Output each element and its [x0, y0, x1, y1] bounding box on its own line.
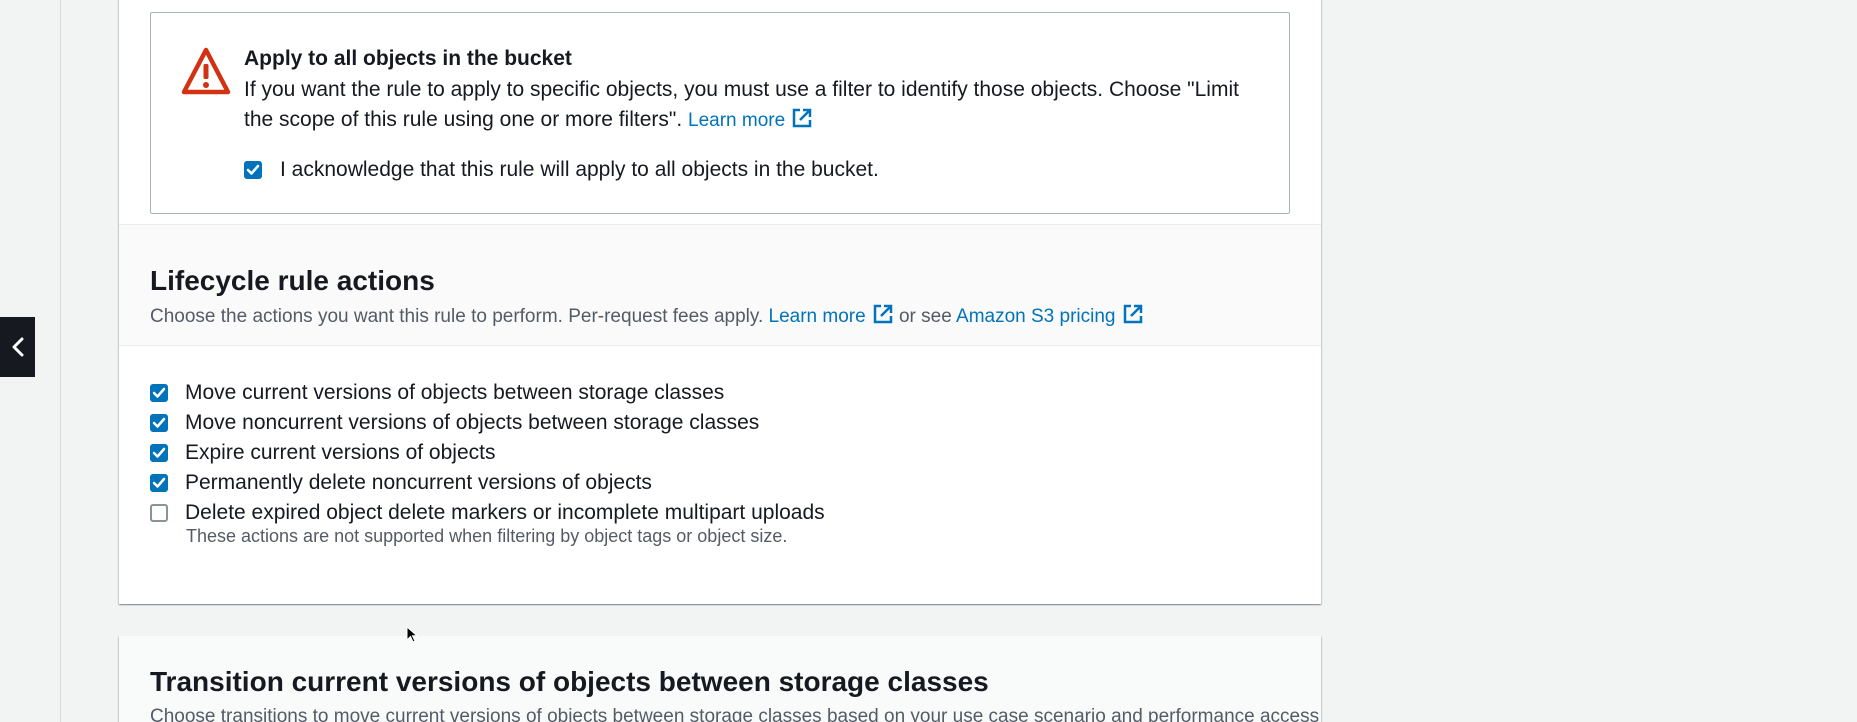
- collapse-panel-button[interactable]: [0, 317, 35, 377]
- warning-triangle-icon: [181, 47, 231, 100]
- action-label: Move noncurrent versions of objects betw…: [185, 411, 760, 434]
- lifecycle-actions-title: Lifecycle rule actions: [150, 265, 435, 296]
- chevron-left-icon: [11, 337, 25, 357]
- action-delete-noncurrent-checkbox[interactable]: [150, 474, 168, 492]
- s3-pricing-link[interactable]: Amazon S3 pricing: [956, 304, 1143, 327]
- action-label: Expire current versions of objects: [185, 441, 496, 464]
- action-delete-markers[interactable]: Delete expired object delete markers or …: [150, 498, 825, 528]
- action-delete-markers-checkbox[interactable]: [150, 504, 168, 522]
- action-move-noncurrent-checkbox[interactable]: [150, 414, 168, 432]
- mouse-cursor-icon: [406, 625, 419, 649]
- page: Apply to all objects in the bucket If yo…: [0, 0, 1857, 722]
- lifecycle-learn-more-label: Learn more: [768, 306, 866, 327]
- external-link-icon: [872, 303, 894, 331]
- action-label: Move current versions of objects between…: [185, 381, 725, 404]
- action-move-noncurrent[interactable]: Move noncurrent versions of objects betw…: [150, 408, 825, 438]
- external-link-icon: [791, 107, 813, 139]
- lifecycle-actions-header: Lifecycle rule actions Choose the action…: [119, 224, 1321, 346]
- action-label: Permanently delete noncurrent versions o…: [185, 471, 652, 494]
- s3-pricing-label: Amazon S3 pricing: [956, 306, 1116, 327]
- actions-note: These actions are not supported when fil…: [186, 526, 788, 546]
- lifecycle-learn-more-link[interactable]: Learn more: [768, 304, 894, 327]
- acknowledge-label: I acknowledge that this rule will apply …: [280, 158, 879, 181]
- transition-current-desc: Choose transitions to move current versi…: [150, 706, 1320, 722]
- action-move-current[interactable]: Move current versions of objects between…: [150, 378, 825, 408]
- action-move-current-checkbox[interactable]: [150, 384, 168, 402]
- lifecycle-or-see-text: or see: [898, 306, 952, 327]
- transition-current-title: Transition current versions of objects b…: [150, 666, 989, 697]
- alert-learn-more-link[interactable]: Learn more: [688, 108, 813, 131]
- alert-body: If you want the rule to apply to specifi…: [244, 75, 1254, 139]
- alert-title: Apply to all objects in the bucket: [244, 47, 572, 70]
- acknowledge-row[interactable]: I acknowledge that this rule will apply …: [244, 158, 879, 182]
- lifecycle-actions-list: Move current versions of objects between…: [150, 378, 825, 547]
- apply-all-warning-alert: Apply to all objects in the bucket If yo…: [150, 12, 1290, 214]
- lifecycle-settings-panel: Apply to all objects in the bucket If yo…: [119, 0, 1321, 604]
- lifecycle-desc-text: Choose the actions you want this rule to…: [150, 306, 764, 327]
- action-delete-noncurrent[interactable]: Permanently delete noncurrent versions o…: [150, 468, 825, 498]
- lifecycle-actions-desc: Choose the actions you want this rule to…: [150, 303, 1144, 331]
- action-expire-current-checkbox[interactable]: [150, 444, 168, 462]
- action-expire-current[interactable]: Expire current versions of objects: [150, 438, 825, 468]
- transition-current-panel: Transition current versions of objects b…: [119, 636, 1321, 722]
- acknowledge-checkbox[interactable]: [244, 161, 262, 179]
- alert-learn-more-label: Learn more: [688, 110, 786, 131]
- action-label: Delete expired object delete markers or …: [185, 501, 825, 524]
- external-link-icon: [1122, 303, 1144, 331]
